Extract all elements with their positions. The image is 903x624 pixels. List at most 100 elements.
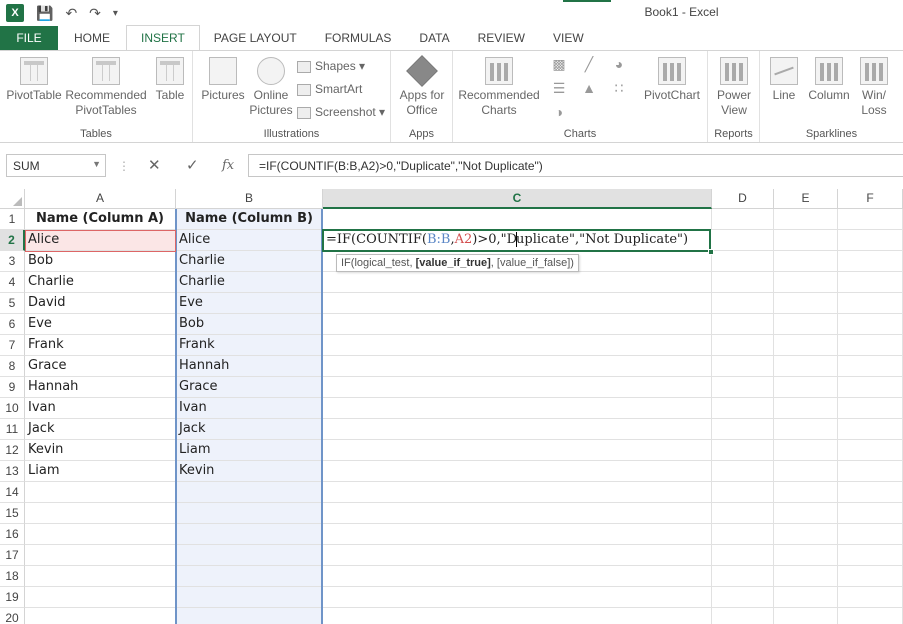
cell-c17[interactable] <box>323 545 712 566</box>
sparkline-winloss-button[interactable]: Win/ Loss <box>856 57 892 118</box>
cell-e17[interactable] <box>774 545 838 566</box>
cell-a18[interactable] <box>25 566 176 587</box>
cell-f17[interactable] <box>838 545 903 566</box>
cell-d16[interactable] <box>712 524 774 545</box>
pie-chart-icon[interactable]: ◕ <box>606 55 632 73</box>
cell-a2[interactable]: Alice <box>25 230 176 251</box>
cell-b9[interactable]: Grace <box>176 377 323 398</box>
cell-a20[interactable] <box>25 608 176 624</box>
cell-e14[interactable] <box>774 482 838 503</box>
column-header-b[interactable]: B <box>176 189 323 209</box>
row-header-15[interactable]: 15 <box>0 503 25 524</box>
tab-view[interactable]: VIEW <box>539 26 598 50</box>
cell-c19[interactable] <box>323 587 712 608</box>
sparkline-line-button[interactable]: Line <box>766 57 802 103</box>
cell-d12[interactable] <box>712 440 774 461</box>
cell-d17[interactable] <box>712 545 774 566</box>
cell-d15[interactable] <box>712 503 774 524</box>
cell-c1[interactable] <box>323 209 712 230</box>
cell-f13[interactable] <box>838 461 903 482</box>
cell-f5[interactable] <box>838 293 903 314</box>
cell-f3[interactable] <box>838 251 903 272</box>
cell-a1[interactable]: Name (Column A) <box>25 209 176 230</box>
cell-e4[interactable] <box>774 272 838 293</box>
row-header-16[interactable]: 16 <box>0 524 25 545</box>
recommended-charts-button[interactable]: Recommended Charts <box>457 57 541 118</box>
cell-c20[interactable] <box>323 608 712 624</box>
cell-a14[interactable] <box>25 482 176 503</box>
cell-d6[interactable] <box>712 314 774 335</box>
cell-a13[interactable]: Liam <box>25 461 176 482</box>
cell-e8[interactable] <box>774 356 838 377</box>
cell-b5[interactable]: Eve <box>176 293 323 314</box>
row-header-18[interactable]: 18 <box>0 566 25 587</box>
cell-d13[interactable] <box>712 461 774 482</box>
cell-a5[interactable]: David <box>25 293 176 314</box>
online-pictures-button[interactable]: Online Pictures <box>249 57 293 118</box>
cell-c5[interactable] <box>323 293 712 314</box>
cell-a7[interactable]: Frank <box>25 335 176 356</box>
cell-e11[interactable] <box>774 419 838 440</box>
tooltip-current-arg[interactable]: [value_if_true] <box>416 257 491 269</box>
cell-c16[interactable] <box>323 524 712 545</box>
cell-d14[interactable] <box>712 482 774 503</box>
cell-b11[interactable]: Jack <box>176 419 323 440</box>
row-header-19[interactable]: 19 <box>0 587 25 608</box>
cell-d10[interactable] <box>712 398 774 419</box>
cell-b6[interactable]: Bob <box>176 314 323 335</box>
cell-e13[interactable] <box>774 461 838 482</box>
recommended-pivottables-button[interactable]: Recommended PivotTables <box>64 57 148 118</box>
cell-e9[interactable] <box>774 377 838 398</box>
cell-b1[interactable]: Name (Column B) <box>176 209 323 230</box>
area-chart-icon[interactable]: ▲ <box>576 79 602 97</box>
cell-e6[interactable] <box>774 314 838 335</box>
cell-f15[interactable] <box>838 503 903 524</box>
cell-f11[interactable] <box>838 419 903 440</box>
cell-f8[interactable] <box>838 356 903 377</box>
cell-f19[interactable] <box>838 587 903 608</box>
row-header-6[interactable]: 6 <box>0 314 25 335</box>
column-header-d[interactable]: D <box>712 189 774 209</box>
cell-c14[interactable] <box>323 482 712 503</box>
cell-b2[interactable]: Alice <box>176 230 323 251</box>
row-header-13[interactable]: 13 <box>0 461 25 482</box>
cell-f6[interactable] <box>838 314 903 335</box>
fill-handle[interactable] <box>708 249 714 255</box>
cell-b7[interactable]: Frank <box>176 335 323 356</box>
cell-e5[interactable] <box>774 293 838 314</box>
tab-file[interactable]: FILE <box>0 26 58 50</box>
cell-a11[interactable]: Jack <box>25 419 176 440</box>
tab-data[interactable]: DATA <box>405 26 463 50</box>
screenshot-button[interactable]: Screenshot ▾ <box>297 101 385 124</box>
cell-e10[interactable] <box>774 398 838 419</box>
cell-c13[interactable] <box>323 461 712 482</box>
cell-a16[interactable] <box>25 524 176 545</box>
cell-b8[interactable]: Hannah <box>176 356 323 377</box>
column-header-c[interactable]: C <box>323 189 712 209</box>
cell-b3[interactable]: Charlie <box>176 251 323 272</box>
cell-b13[interactable]: Kevin <box>176 461 323 482</box>
cell-e12[interactable] <box>774 440 838 461</box>
worksheet-grid[interactable]: A B C D E F Kevin Liam Liam Kevin Jack Jack Iv… <box>0 189 903 624</box>
sparkline-column-button[interactable]: Column <box>806 57 852 103</box>
cell-e1[interactable] <box>774 209 838 230</box>
cell-a17[interactable] <box>25 545 176 566</box>
cell-d8[interactable] <box>712 356 774 377</box>
cell-c2-editor[interactable]: =IF(COUNTIF(B:B,A2)>0,"Duplicate","Not D… <box>322 229 711 252</box>
cell-b18[interactable] <box>176 566 323 587</box>
cell-d2[interactable] <box>712 230 774 251</box>
cell-f14[interactable] <box>838 482 903 503</box>
chevron-down-icon[interactable]: ▼ <box>92 159 101 169</box>
cell-d1[interactable] <box>712 209 774 230</box>
cell-a10[interactable]: Ivan <box>25 398 176 419</box>
cell-b17[interactable] <box>176 545 323 566</box>
cell-f9[interactable] <box>838 377 903 398</box>
apps-for-office-button[interactable]: Apps for Office <box>395 55 449 118</box>
row-header-12[interactable]: 12 <box>0 440 25 461</box>
bar-chart-icon[interactable]: ☰ <box>546 79 572 97</box>
cell-a4[interactable]: Charlie <box>25 272 176 293</box>
cell-e15[interactable] <box>774 503 838 524</box>
cell-d9[interactable] <box>712 377 774 398</box>
column-header-f[interactable]: F <box>838 189 903 209</box>
smartart-button[interactable]: SmartArt <box>297 78 385 101</box>
